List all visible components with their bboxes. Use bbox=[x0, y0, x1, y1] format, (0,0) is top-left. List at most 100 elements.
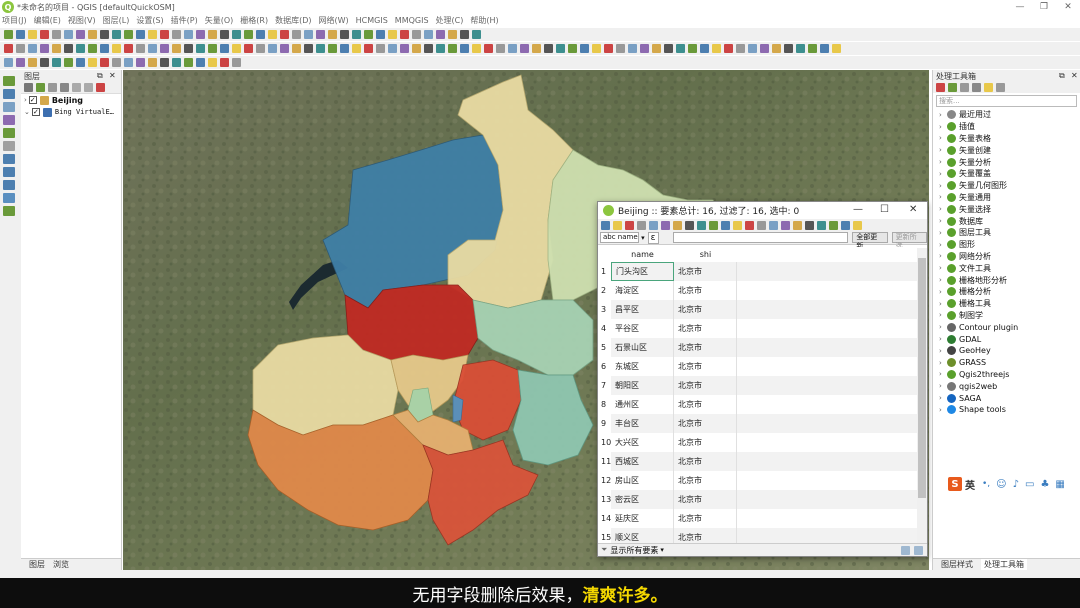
toolbar-tool-icon[interactable] bbox=[796, 44, 805, 53]
toolbar-tool-icon[interactable] bbox=[124, 44, 133, 53]
toolbox-item[interactable]: › 矢量创建 bbox=[933, 144, 1080, 156]
row-number[interactable]: 14 bbox=[598, 509, 611, 528]
toolbar-tool-icon[interactable] bbox=[256, 44, 265, 53]
cell-shi[interactable]: 北京市 bbox=[674, 490, 737, 509]
cell-name[interactable]: 顺义区 bbox=[611, 528, 674, 544]
toolbar-tool-icon[interactable] bbox=[124, 30, 133, 39]
row-number[interactable]: 12 bbox=[598, 471, 611, 490]
toolbar-tool-icon[interactable] bbox=[757, 220, 766, 230]
toolbox-item[interactable]: › 文件工具 bbox=[933, 262, 1080, 274]
toolbar-tool-icon[interactable] bbox=[400, 30, 409, 39]
chevron-down-icon[interactable]: ▾ bbox=[660, 546, 664, 554]
cell-shi[interactable]: 北京市 bbox=[674, 281, 737, 300]
chevron-right-icon[interactable]: › bbox=[939, 146, 947, 154]
toolbar-tool-icon[interactable] bbox=[817, 220, 826, 230]
toolbar-tool-icon[interactable] bbox=[412, 44, 421, 53]
toolbar-tool-icon[interactable] bbox=[148, 58, 157, 67]
toolbar-tool-icon[interactable] bbox=[436, 30, 445, 39]
toolbar-tool-icon[interactable] bbox=[4, 58, 13, 67]
toolbar-tool-icon[interactable] bbox=[16, 58, 25, 67]
toolbar-tool-icon[interactable] bbox=[232, 30, 241, 39]
close-button[interactable]: ✕ bbox=[909, 204, 917, 215]
toolbar-tool-icon[interactable] bbox=[388, 44, 397, 53]
chevron-right-icon[interactable]: › bbox=[939, 323, 947, 331]
toolbar-tool-icon[interactable] bbox=[292, 44, 301, 53]
row-number[interactable]: 9 bbox=[598, 414, 611, 433]
add-csv-icon[interactable] bbox=[3, 102, 15, 112]
layer-visibility-checkbox[interactable]: ✓ bbox=[28, 96, 37, 104]
toolbox-item[interactable]: › qgis2web bbox=[933, 380, 1080, 392]
toolbar-tool-icon[interactable] bbox=[136, 30, 145, 39]
chevron-right-icon[interactable]: › bbox=[939, 193, 947, 201]
toolbar-tool-icon[interactable] bbox=[853, 220, 862, 230]
table-row[interactable]: 11 西城区 北京市 bbox=[598, 452, 918, 471]
toolbar-tool-icon[interactable] bbox=[781, 220, 790, 230]
add-wms-icon[interactable] bbox=[3, 154, 15, 164]
eye-icon[interactable] bbox=[48, 83, 57, 92]
toolbar-tool-icon[interactable] bbox=[496, 44, 505, 53]
table-row[interactable]: 7 朝阳区 北京市 bbox=[598, 376, 918, 395]
chevron-right-icon[interactable]: › bbox=[939, 229, 947, 237]
cell-shi[interactable]: 北京市 bbox=[674, 528, 737, 544]
toolbar-tool-icon[interactable] bbox=[592, 44, 601, 53]
remove-layer-icon[interactable] bbox=[96, 83, 105, 92]
toolbar-tool-icon[interactable] bbox=[112, 44, 121, 53]
menu-plugins[interactable]: 插件(P) bbox=[171, 15, 198, 26]
toolbar-tool-icon[interactable] bbox=[340, 30, 349, 39]
menu-processing[interactable]: 处理(C) bbox=[436, 15, 464, 26]
row-number[interactable]: 11 bbox=[598, 452, 611, 471]
toolbar-tool-icon[interactable] bbox=[100, 58, 109, 67]
row-number[interactable]: 5 bbox=[598, 338, 611, 357]
menu-project[interactable]: 项目(J) bbox=[2, 15, 27, 26]
float-panel-icon[interactable]: ⧉ bbox=[97, 71, 103, 81]
collapse-all-icon[interactable] bbox=[84, 83, 93, 92]
row-number[interactable]: 15 bbox=[598, 528, 611, 544]
form-view-icon[interactable] bbox=[914, 546, 923, 555]
toolbar-tool-icon[interactable] bbox=[484, 44, 493, 53]
toolbar-tool-icon[interactable] bbox=[472, 30, 481, 39]
table-row[interactable]: 14 延庆区 北京市 bbox=[598, 509, 918, 528]
toolbar-tool-icon[interactable] bbox=[244, 44, 253, 53]
toolbar-tool-icon[interactable] bbox=[736, 44, 745, 53]
toolbar-tool-icon[interactable] bbox=[628, 44, 637, 53]
cell-shi[interactable]: 北京市 bbox=[674, 414, 737, 433]
add-vector-icon[interactable] bbox=[3, 76, 15, 86]
toolbar-tool-icon[interactable] bbox=[808, 44, 817, 53]
chevron-right-icon[interactable]: › bbox=[939, 335, 947, 343]
toolbar-tool-icon[interactable] bbox=[364, 30, 373, 39]
layer-item-beijing[interactable]: › ✓ Beijing bbox=[21, 94, 121, 106]
toolbar-tool-icon[interactable] bbox=[769, 220, 778, 230]
toolbar-tool-icon[interactable] bbox=[412, 30, 421, 39]
row-number[interactable]: 8 bbox=[598, 395, 611, 414]
layer-style-icon[interactable] bbox=[24, 83, 33, 92]
cell-name[interactable]: 门头沟区 bbox=[611, 262, 674, 281]
toolbar-tool-icon[interactable] bbox=[64, 30, 73, 39]
toolbar-tool-icon[interactable] bbox=[805, 220, 814, 230]
menu-database[interactable]: 数据库(D) bbox=[275, 15, 311, 26]
toolbar-tool-icon[interactable] bbox=[124, 58, 133, 67]
close-panel-icon[interactable]: ✕ bbox=[1071, 71, 1078, 80]
expression-icon[interactable]: ε bbox=[647, 231, 659, 244]
field-selector[interactable]: abc name bbox=[600, 232, 640, 243]
tab-layer-styling[interactable]: 图层样式 bbox=[941, 559, 973, 570]
toolbar-tool-icon[interactable] bbox=[637, 220, 646, 230]
toolbar-tool-icon[interactable] bbox=[4, 30, 13, 39]
toolbar-tool-icon[interactable] bbox=[556, 44, 565, 53]
layer-visibility-checkbox[interactable]: ✓ bbox=[31, 108, 40, 116]
toolbox-item[interactable]: › GDAL bbox=[933, 333, 1080, 345]
chevron-right-icon[interactable]: › bbox=[939, 158, 947, 166]
expression-input[interactable] bbox=[672, 232, 849, 243]
add-group-icon[interactable] bbox=[36, 83, 45, 92]
row-number[interactable]: 4 bbox=[598, 319, 611, 338]
toolbar-tool-icon[interactable] bbox=[664, 44, 673, 53]
cell-shi[interactable]: 北京市 bbox=[674, 471, 737, 490]
toolbox-item[interactable]: › 栅格地形分析 bbox=[933, 274, 1080, 286]
toolbar-tool-icon[interactable] bbox=[280, 30, 289, 39]
add-raster-icon[interactable] bbox=[3, 89, 15, 99]
tab-layers[interactable]: 图层 bbox=[29, 559, 45, 570]
add-mssql-icon[interactable] bbox=[3, 141, 15, 151]
toolbar-tool-icon[interactable] bbox=[40, 44, 49, 53]
toolbar-tool-icon[interactable] bbox=[76, 58, 85, 67]
toolbar-tool-icon[interactable] bbox=[268, 44, 277, 53]
menu-settings[interactable]: 设置(S) bbox=[136, 15, 163, 26]
